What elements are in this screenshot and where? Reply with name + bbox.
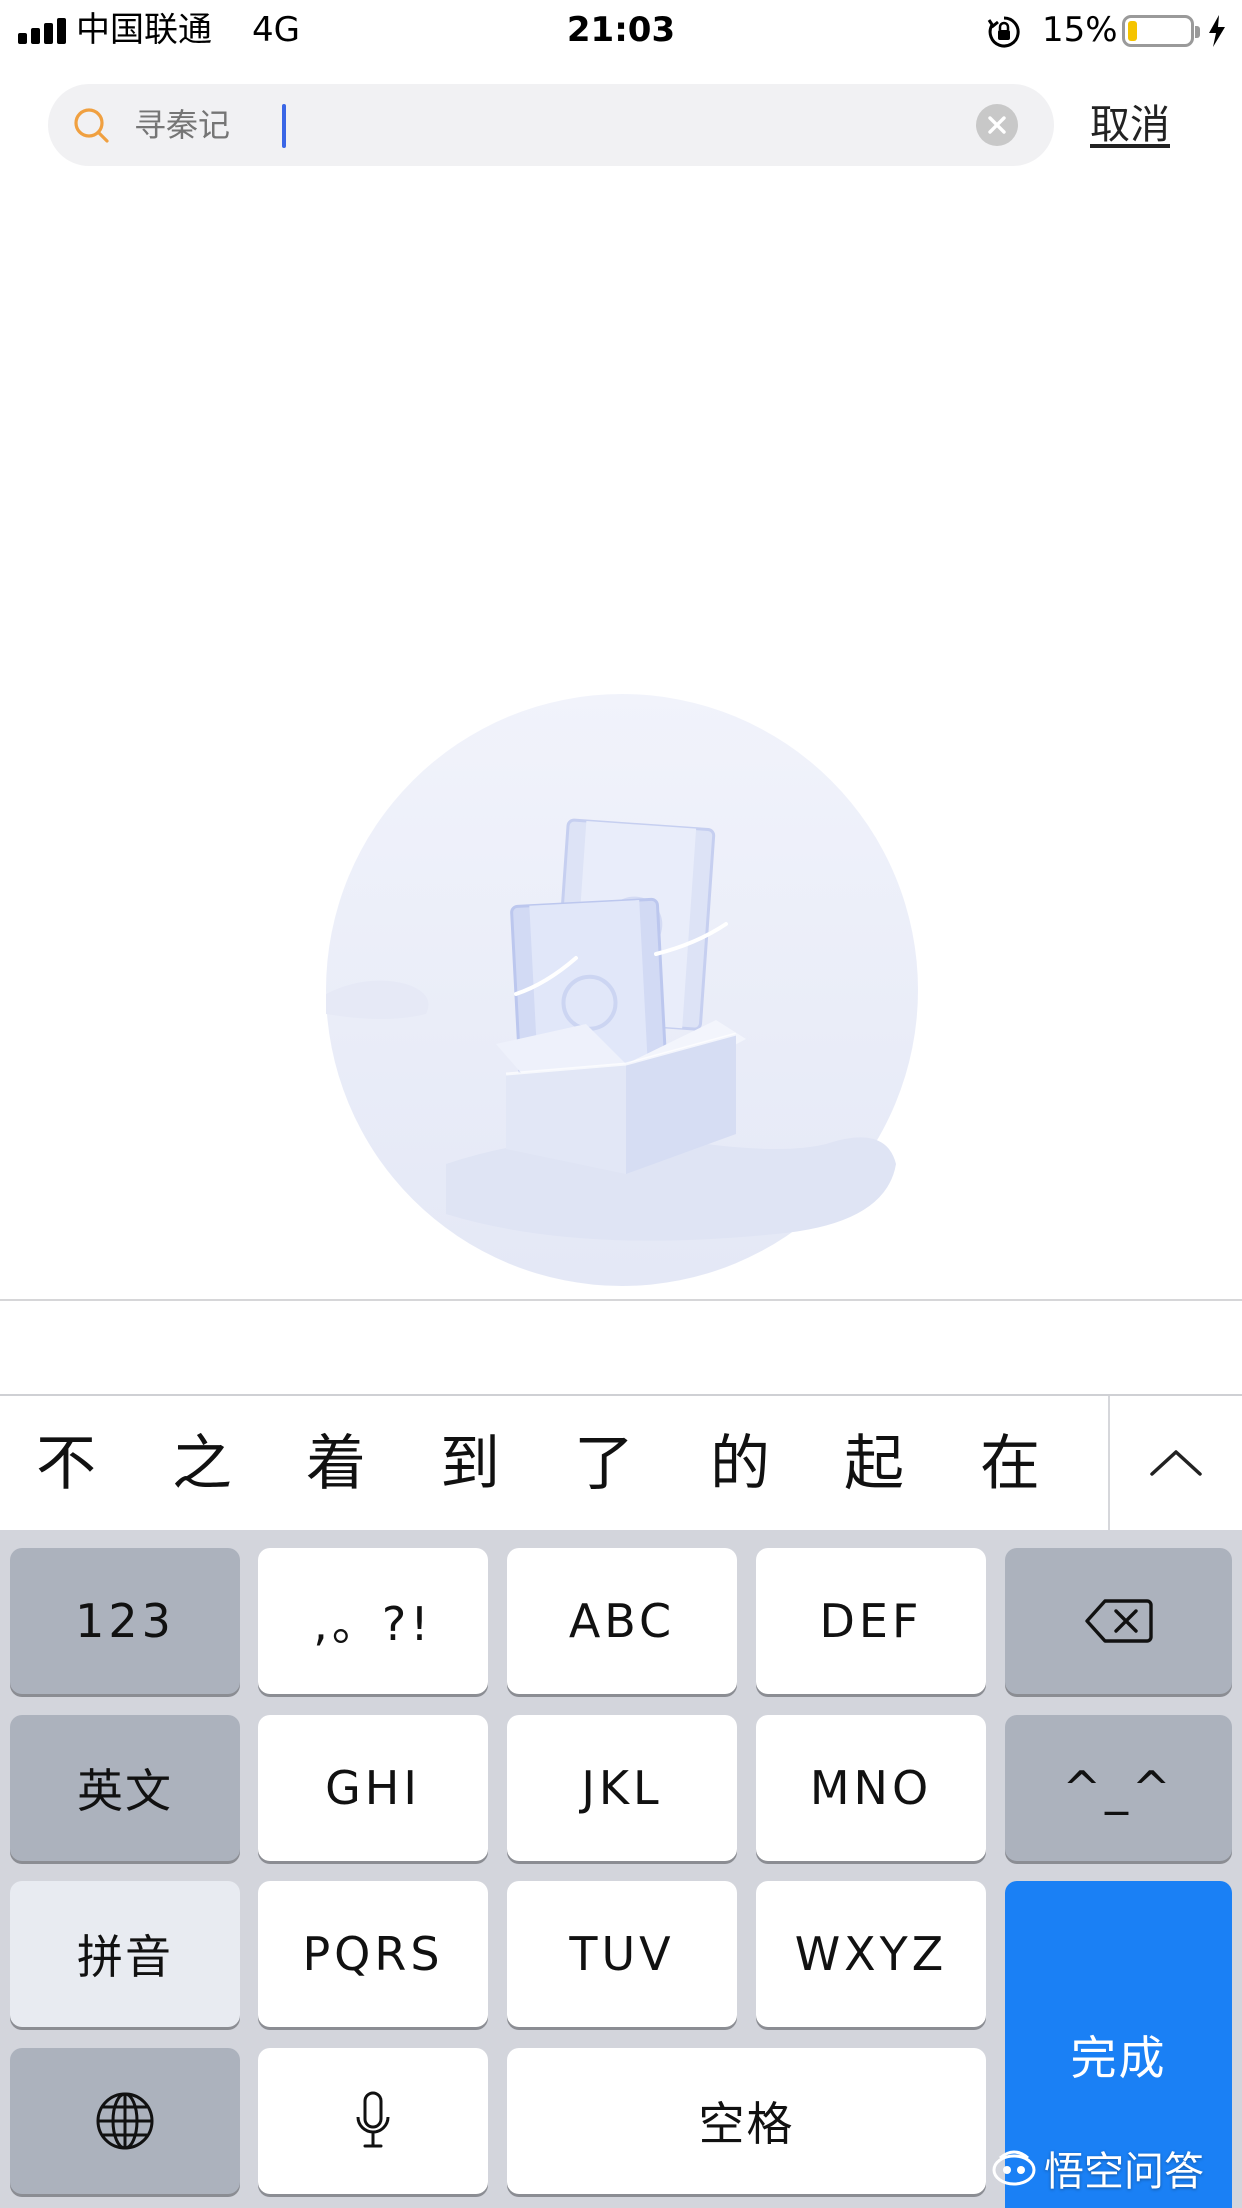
search-box[interactable]	[48, 84, 1054, 166]
key-pinyin-mode[interactable]: 拼音	[10, 1881, 240, 2027]
cancel-button[interactable]: 取消	[1090, 94, 1170, 156]
candidate-bar: 不 之 着 到 了 的 起 在	[0, 1394, 1242, 1532]
content-divider	[0, 1299, 1242, 1301]
candidate-word[interactable]: 在	[960, 1396, 1060, 1532]
chevron-up-icon	[1150, 1450, 1202, 1476]
key-mno[interactable]: MNO	[756, 1715, 986, 1861]
key-punctuation[interactable]: ,。?!	[258, 1548, 488, 1694]
search-input[interactable]	[134, 98, 994, 152]
text-caret	[282, 104, 286, 148]
close-icon	[988, 116, 1006, 134]
battery-percent: 15%	[1042, 10, 1118, 50]
key-tuv[interactable]: TUV	[507, 1881, 737, 2027]
space-bar[interactable]: 空格	[507, 2048, 986, 2194]
clear-search-button[interactable]	[976, 104, 1018, 146]
wukong-logo-icon	[992, 2150, 1036, 2186]
globe-button[interactable]	[10, 2048, 240, 2194]
battery-icon	[1122, 15, 1200, 47]
candidate-word[interactable]: 到	[420, 1396, 520, 1532]
candidate-word[interactable]: 的	[690, 1396, 790, 1532]
candidate-word[interactable]: 起	[824, 1396, 924, 1532]
key-english-mode[interactable]: 英文	[10, 1715, 240, 1861]
key-pqrs[interactable]: PQRS	[258, 1881, 488, 2027]
key-ghi[interactable]: GHI	[258, 1715, 488, 1861]
microphone-button[interactable]	[258, 2048, 488, 2194]
key-jkl[interactable]: JKL	[507, 1715, 737, 1861]
candidate-word[interactable]: 着	[286, 1396, 386, 1532]
search-icon	[74, 108, 109, 143]
watermark: 悟空问答	[990, 2140, 1204, 2196]
microphone-icon	[356, 2091, 390, 2148]
battery-level	[1128, 21, 1137, 41]
backspace-icon	[1084, 1599, 1153, 1643]
candidate-word[interactable]: 之	[152, 1396, 252, 1532]
keyboard: 123 ,。?! ABC DEF 英文 GHI JKL MNO ^_^ 拼音 P…	[0, 1530, 1242, 2208]
key-abc[interactable]: ABC	[507, 1548, 737, 1694]
orientation-lock-icon	[987, 16, 1020, 48]
candidate-word[interactable]: 不	[16, 1396, 116, 1532]
key-wxyz[interactable]: WXYZ	[756, 1881, 986, 2027]
watermark-text: 悟空问答	[1044, 2149, 1204, 2195]
candidate-word[interactable]: 了	[554, 1396, 654, 1532]
delete-button[interactable]	[1005, 1548, 1232, 1694]
key-def[interactable]: DEF	[756, 1548, 986, 1694]
expand-candidates-button[interactable]	[1110, 1396, 1242, 1532]
key-123[interactable]: 123	[10, 1548, 240, 1694]
status-bar: 中国联通 4G 21:03 15%	[0, 0, 1242, 62]
key-emoticon[interactable]: ^_^	[1005, 1715, 1232, 1861]
globe-icon	[96, 2092, 154, 2150]
charging-bolt-icon	[1209, 15, 1225, 47]
video-box-icon	[326, 694, 918, 1286]
